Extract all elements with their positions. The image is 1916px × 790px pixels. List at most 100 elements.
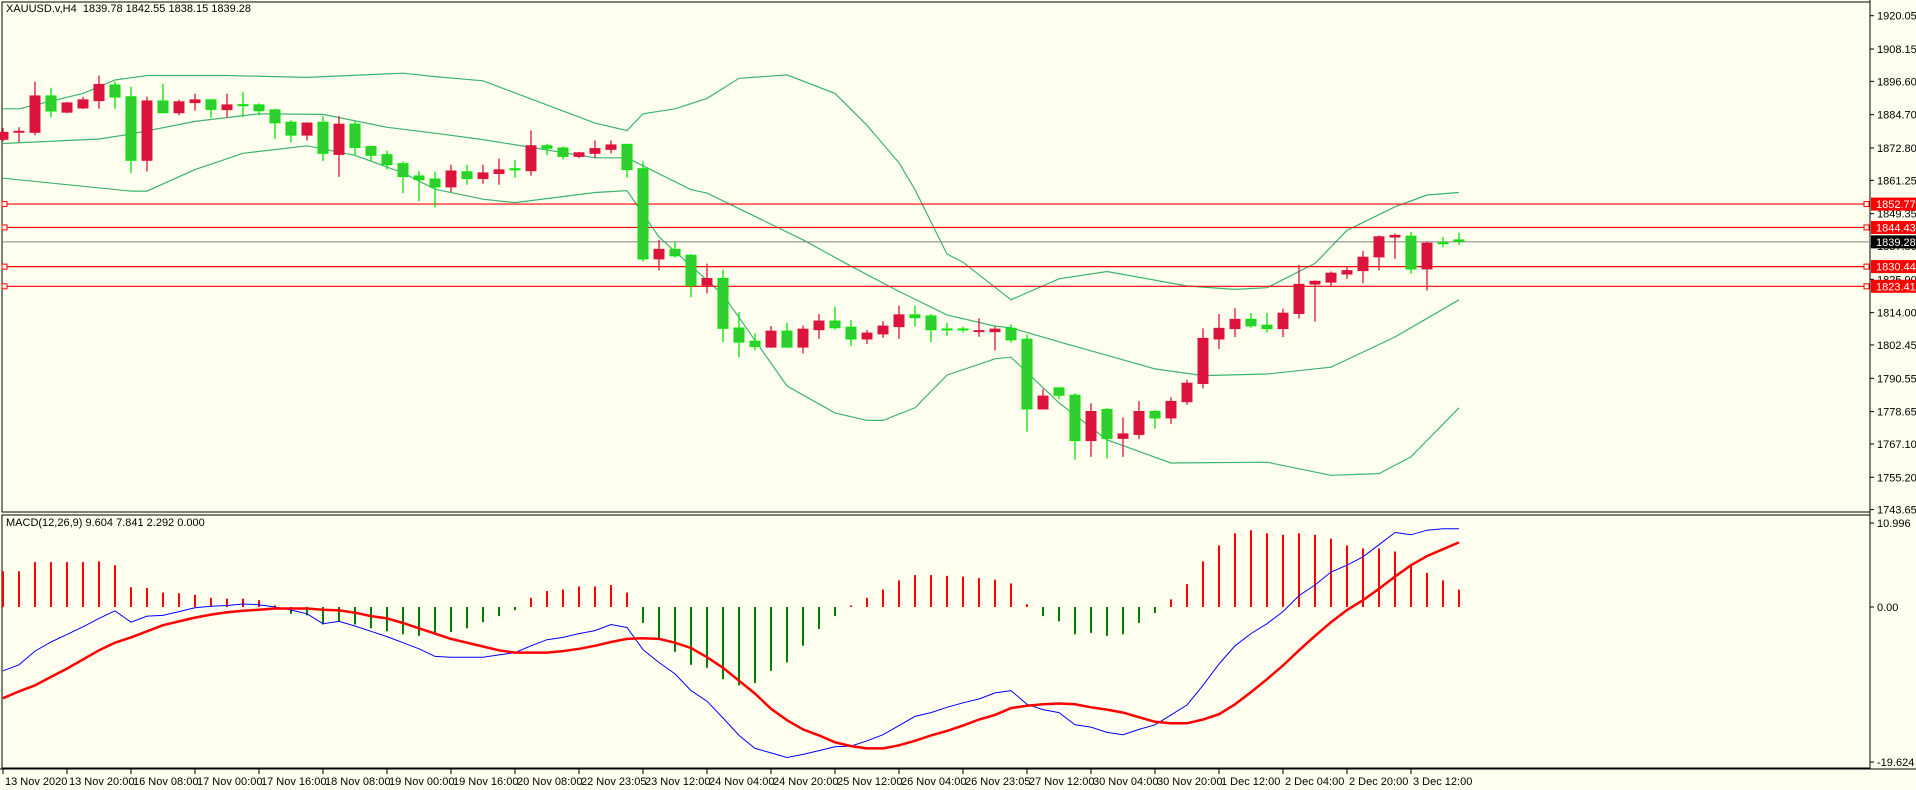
chart-background [0, 0, 1916, 790]
candle [1181, 379, 1193, 405]
time-tick-label: 13 Nov 2020 [5, 776, 67, 788]
candle-body [221, 104, 233, 111]
candle-body [253, 104, 265, 112]
candle-body [701, 277, 713, 286]
time-tick-label: 23 Nov 12:00 [645, 776, 710, 788]
price-tick-label: 1884.70 [1877, 110, 1916, 122]
candle-body [813, 320, 825, 331]
candle-body [1421, 242, 1433, 270]
line-anchor-right-handle[interactable] [1863, 283, 1870, 290]
candle-body [61, 102, 73, 113]
chart-header: XAUUSD.v,H4 1839.78 1842.55 1838.15 1839… [6, 3, 251, 15]
candle-body [877, 325, 889, 335]
price-tick-label: 1802.45 [1877, 340, 1916, 352]
candle-body [301, 122, 313, 136]
candle-body [733, 327, 745, 343]
time-tick-label: 2 Dec 20:00 [1349, 776, 1408, 788]
candle-body [1373, 236, 1385, 258]
time-tick-label: 30 Nov 20:00 [1157, 776, 1222, 788]
candle-body [205, 99, 217, 110]
candle-body [365, 146, 377, 156]
candle-body [653, 248, 665, 260]
line-anchor-right-handle[interactable] [1863, 263, 1870, 270]
candle-body [1021, 338, 1033, 410]
candle-body [1101, 409, 1113, 439]
bid-price-label: 1839.28 [1876, 237, 1916, 249]
time-tick-label: 22 Nov 23:05 [581, 776, 646, 788]
candle-body [589, 148, 601, 154]
candle-body [1181, 382, 1193, 403]
candle-body [1085, 410, 1097, 442]
level-price-label: 1823.41 [1876, 281, 1916, 293]
candle-body [1357, 256, 1369, 272]
time-tick-label: 1 Dec 12:00 [1221, 776, 1280, 788]
line-anchor-left-handle[interactable] [1, 283, 8, 290]
candle-body [573, 152, 585, 157]
candle-body [93, 83, 105, 102]
candle-body [1309, 280, 1321, 285]
candle-body [717, 277, 729, 329]
candle-body [493, 169, 505, 174]
candle-body [1293, 283, 1305, 314]
chart-canvas[interactable]: 1920.05 1908.15 1896.60 1884.70 1872.80 1861.… [0, 0, 1916, 790]
candle-body [445, 170, 457, 188]
candle-body [541, 145, 553, 149]
candle-body [269, 109, 281, 124]
candle-body [861, 332, 873, 340]
price-tick-label: 1767.10 [1877, 439, 1916, 451]
time-tick-label: 16 Nov 08:00 [133, 776, 198, 788]
candle-body [413, 175, 425, 181]
price-tick-label: 1872.80 [1877, 143, 1916, 155]
candle-body [989, 328, 1001, 333]
level-price-label: 1852.77 [1876, 199, 1916, 211]
candle-body [797, 328, 809, 348]
time-tick-label: 3 Dec 12:00 [1413, 776, 1472, 788]
candle-body [0, 131, 9, 140]
line-anchor-left-handle[interactable] [1, 224, 8, 231]
candle-body [1133, 410, 1145, 435]
candle-body [685, 254, 697, 286]
candle-body [189, 99, 201, 104]
candle-body [77, 99, 89, 109]
line-anchor-left-handle[interactable] [1, 263, 8, 270]
time-tick-label: 18 Nov 08:00 [325, 776, 390, 788]
symbol-timeframe: XAUUSD.v,H4 [6, 3, 77, 15]
time-tick-label: 19 Nov 00:00 [389, 776, 454, 788]
candle-body [925, 315, 937, 331]
candle-body [1261, 324, 1273, 330]
candle-body [1149, 410, 1161, 419]
candle-body [125, 96, 137, 161]
candle-body [829, 320, 841, 329]
time-tick-label: 30 Nov 04:00 [1093, 776, 1158, 788]
candle-body [1117, 433, 1129, 439]
candle-body [1245, 318, 1257, 327]
candle-body [285, 121, 297, 136]
candle-body [477, 172, 489, 180]
candle-body [429, 178, 441, 188]
time-tick-label: 17 Nov 00:00 [197, 776, 262, 788]
candle [173, 99, 185, 116]
macd-tick-label: 10.996 [1877, 518, 1911, 530]
candle-body [749, 340, 761, 348]
candle-body [1165, 400, 1177, 419]
time-tick-label: 25 Nov 12:00 [837, 776, 902, 788]
candle [1405, 231, 1417, 274]
macd-tick-label: 0.00 [1877, 602, 1898, 614]
time-tick-label: 26 Nov 23:05 [965, 776, 1030, 788]
candle-body [461, 171, 473, 180]
candle [141, 96, 153, 172]
candle-body [1005, 327, 1017, 341]
line-anchor-right-handle[interactable] [1863, 224, 1870, 231]
candle [637, 161, 649, 262]
candle-body [637, 168, 649, 260]
price-tick-label: 1743.65 [1877, 505, 1916, 517]
line-anchor-right-handle[interactable] [1863, 201, 1870, 208]
macd-tick-label: -19.624 [1877, 757, 1914, 769]
time-tick-label: 20 Nov 08:00 [517, 776, 582, 788]
time-tick-label: 24 Nov 20:00 [773, 776, 838, 788]
candle-body [381, 154, 393, 166]
candle-body [1277, 312, 1289, 330]
candle-body [141, 100, 153, 161]
level-price-label: 1844.43 [1876, 222, 1916, 234]
line-anchor-left-handle[interactable] [1, 201, 8, 208]
